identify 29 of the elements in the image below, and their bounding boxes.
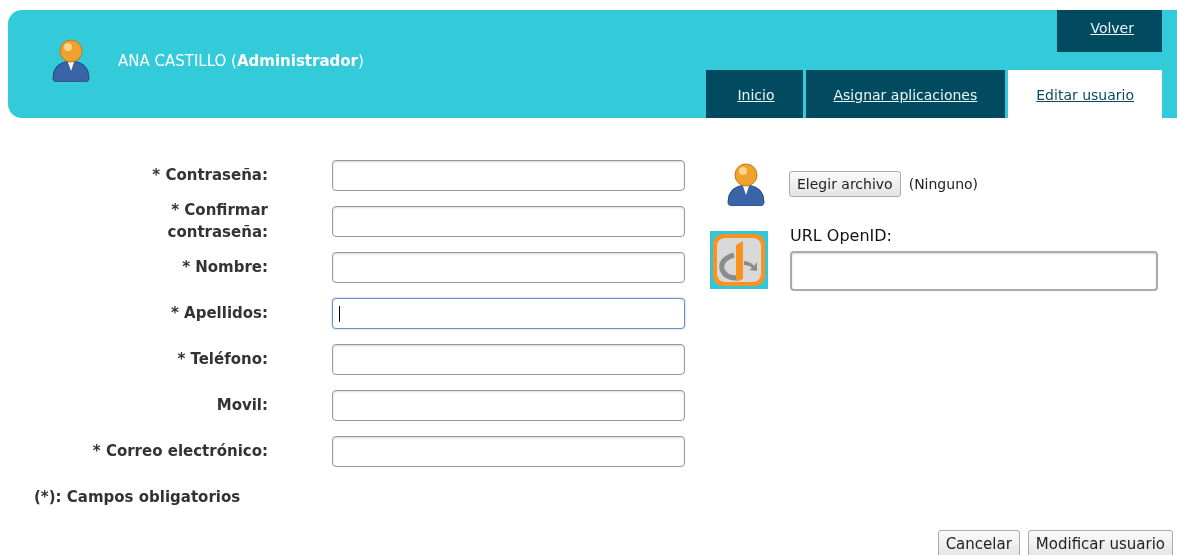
input-field[interactable] xyxy=(332,205,685,237)
required-note: (*): Campos obligatorios xyxy=(33,488,242,506)
back-link[interactable]: Volver xyxy=(1057,10,1162,52)
file-status: (Ninguno) xyxy=(908,176,979,192)
openid-label: URL OpenID: xyxy=(790,226,893,245)
field-label: * Apellidos: xyxy=(170,303,268,324)
form-button[interactable]: Modificar usuario xyxy=(1027,530,1173,555)
field-label: Movil: xyxy=(215,395,268,416)
input-field[interactable] xyxy=(332,343,685,375)
openid-icon xyxy=(710,231,768,289)
input-field[interactable] xyxy=(332,435,685,467)
field-label: * Correo electrónico: xyxy=(91,441,268,462)
nav-tab[interactable]: Inicio xyxy=(706,70,803,118)
input-field[interactable] xyxy=(332,297,685,329)
user-icon xyxy=(725,162,767,206)
nav-tab[interactable]: Asignar aplicaciones xyxy=(805,70,1006,118)
field-label: * Nombre: xyxy=(181,257,268,278)
field-label: * Contraseña: xyxy=(151,165,268,186)
nav-tab[interactable]: Editar usuario xyxy=(1008,70,1162,118)
input-field[interactable] xyxy=(332,159,685,191)
form-button[interactable]: Cancelar xyxy=(937,530,1020,555)
choose-file-button[interactable]: Elegir archivo xyxy=(789,171,901,197)
input-field[interactable] xyxy=(332,251,685,283)
field-label: * Confirmar contraseña: xyxy=(166,200,268,243)
user-name: ANA CASTILLO (Administrador) xyxy=(118,52,364,70)
openid-url-field[interactable] xyxy=(790,251,1158,291)
user-icon xyxy=(50,38,92,82)
field-label: * Teléfono: xyxy=(176,349,268,370)
input-field[interactable] xyxy=(332,389,685,421)
